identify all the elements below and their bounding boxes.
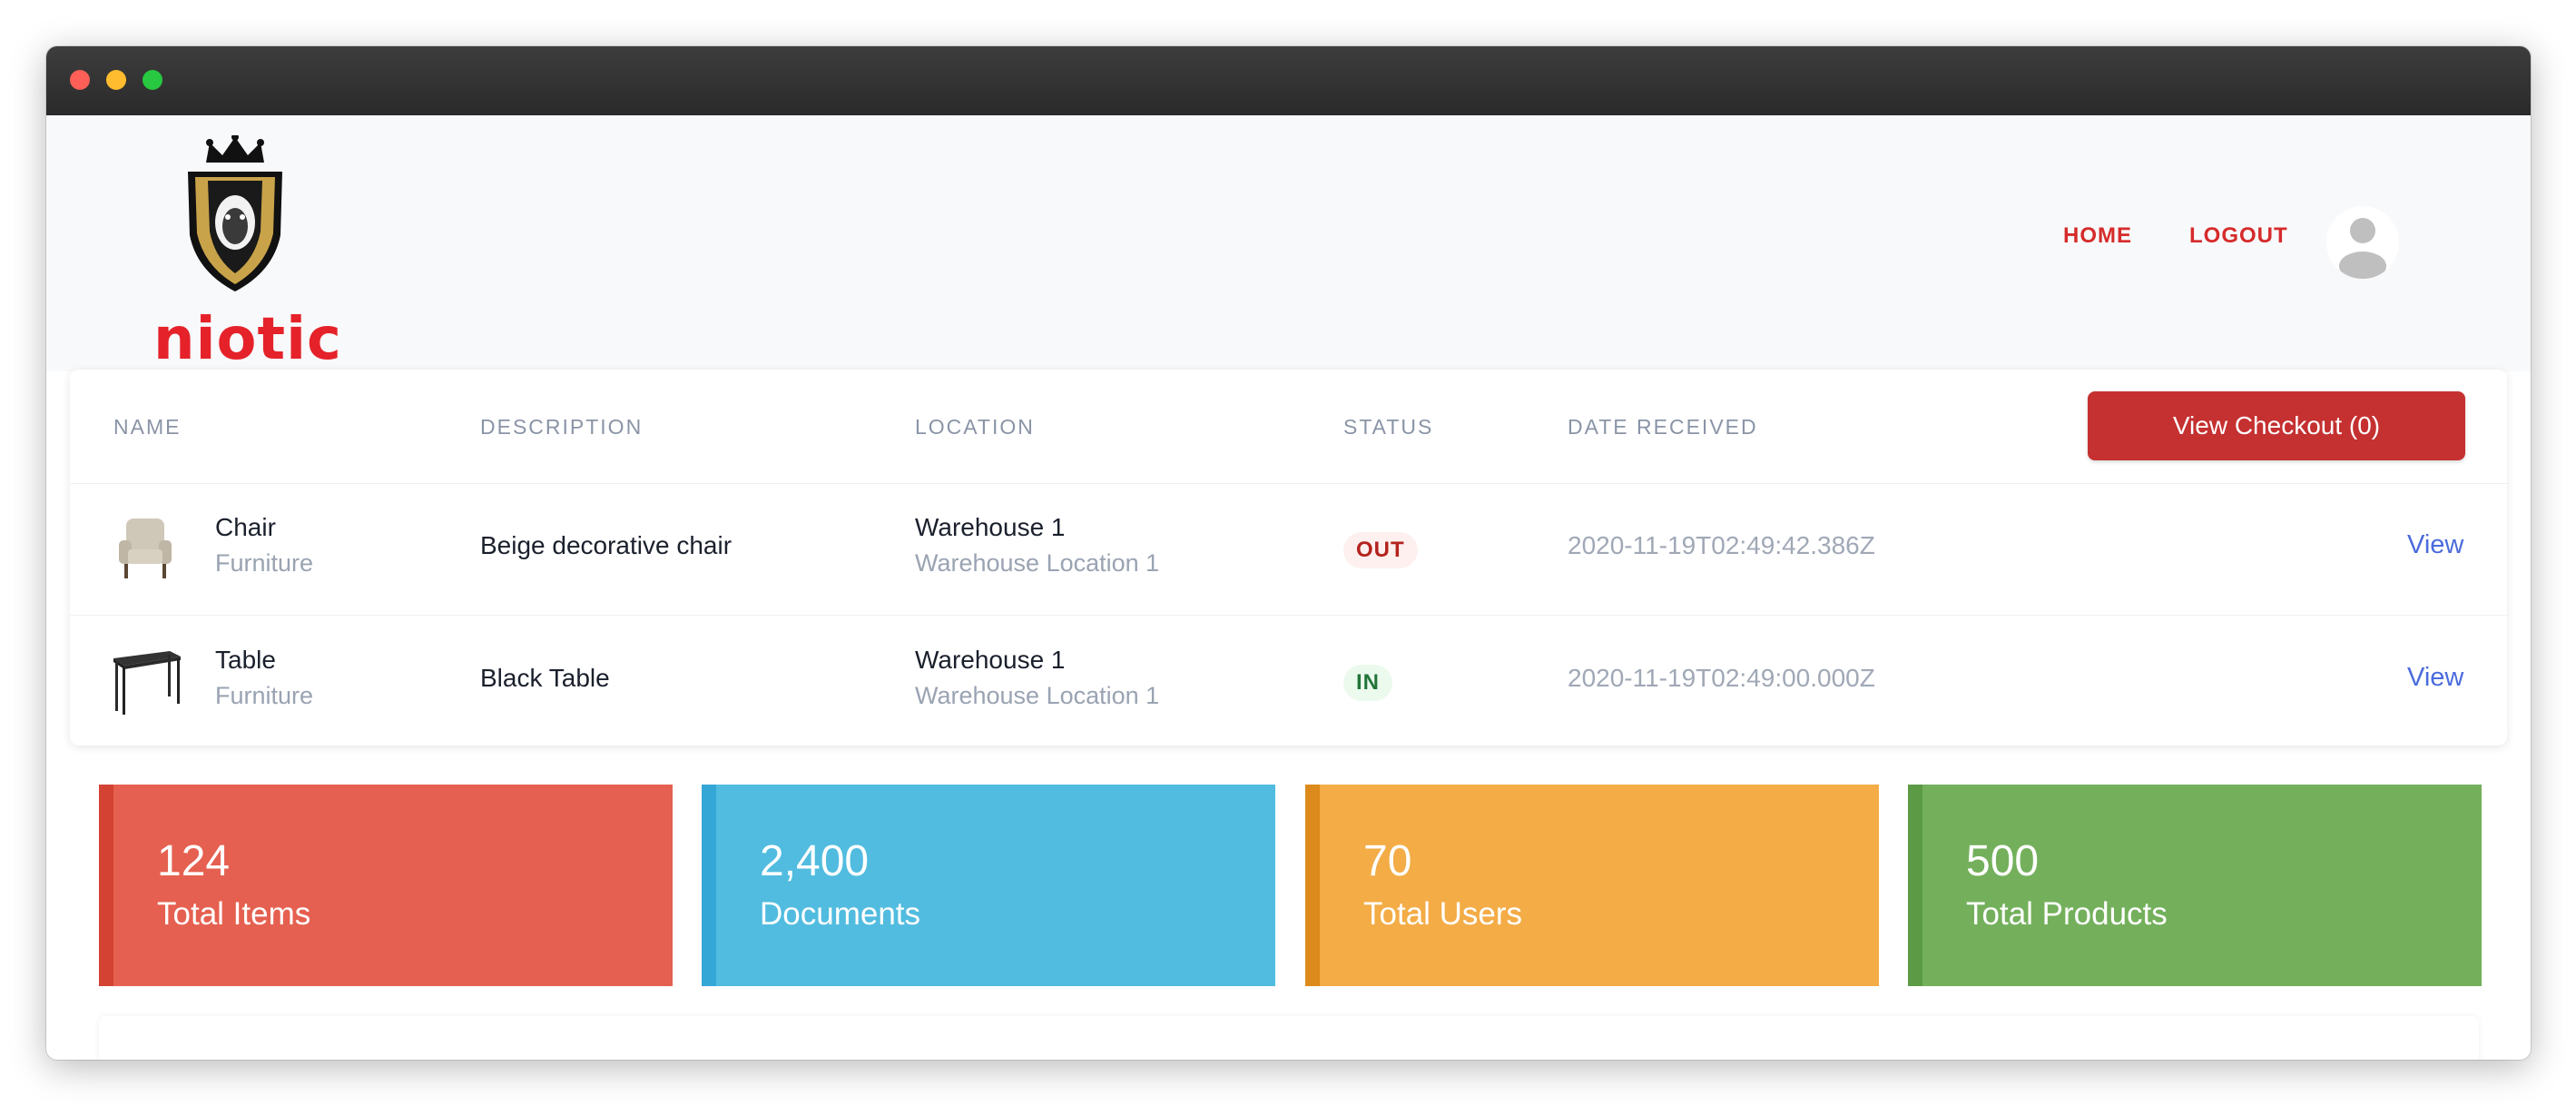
stat-card-accent [99,785,113,986]
stat-value: 2,400 [760,837,870,885]
item-name: Chair [215,513,276,541]
stat-card-accent [1305,785,1320,986]
view-item-link[interactable]: View [2407,530,2463,560]
item-sublocation: Warehouse Location 1 [915,549,1160,577]
column-header-name: NAME [113,415,182,439]
item-description: Beige decorative chair [480,531,732,559]
stat-label: Total Users [1363,896,1523,932]
user-silhouette-icon [2339,218,2386,279]
stat-value: 124 [157,837,231,885]
item-name: Table [215,646,276,674]
stat-card-total-users: 70 Total Users [1305,785,1879,986]
item-location: Warehouse 1 [915,646,1066,674]
table-thumbnail [113,651,181,715]
stat-card-accent [702,785,716,986]
lion-crest-logo-icon [188,135,282,291]
minimize-window-button[interactable] [106,70,126,90]
nav-logout-link[interactable]: LOGOUT [2189,223,2288,249]
row-divider [70,483,2507,484]
item-date-received: 2020-11-19T02:49:00.000Z [1568,664,1875,692]
stat-card-total-products: 500 Total Products [1908,785,2482,986]
view-item-link[interactable]: View [2407,663,2463,693]
brand-wordmark: niotic [153,306,342,373]
status-badge: OUT [1343,532,1418,568]
maximize-window-button[interactable] [143,70,162,90]
row-divider [70,615,2507,616]
column-header-description: DESCRIPTION [480,415,644,439]
nav-home-link[interactable]: HOME [2063,223,2132,249]
user-avatar[interactable] [2326,206,2399,279]
inventory-table: NAME DESCRIPTION LOCATION STATUS DATE RE… [70,370,2507,746]
item-sublocation: Warehouse Location 1 [915,682,1160,709]
status-badge: IN [1343,665,1392,701]
item-description: Black Table [480,664,610,692]
stat-value: 500 [1966,837,2040,885]
stat-card-accent [1908,785,1922,986]
item-category: Furniture [215,549,314,577]
column-header-status: STATUS [1343,415,1434,439]
stat-label: Documents [760,896,921,932]
stat-value: 70 [1363,837,1412,885]
next-section-card [99,1016,2479,1060]
stat-label: Total Items [157,896,311,932]
app-header: niotic HOME LOGOUT [46,115,2531,373]
item-category: Furniture [215,682,314,709]
item-location: Warehouse 1 [915,513,1066,541]
chair-thumbnail [119,518,172,578]
close-window-button[interactable] [70,70,90,90]
window-titlebar [46,46,2531,115]
stat-card-documents: 2,400 Documents [702,785,1275,986]
item-date-received: 2020-11-19T02:49:42.386Z [1568,531,1875,559]
stat-label: Total Products [1966,896,2168,932]
stat-card-total-items: 124 Total Items [99,785,673,986]
browser-window: niotic HOME LOGOUT NAME DESCRIPTION LOCA… [46,46,2531,1060]
view-checkout-button[interactable]: View Checkout (0) [2088,391,2465,460]
column-header-location: LOCATION [915,415,1035,439]
column-header-date-received: DATE RECEIVED [1568,415,1758,439]
